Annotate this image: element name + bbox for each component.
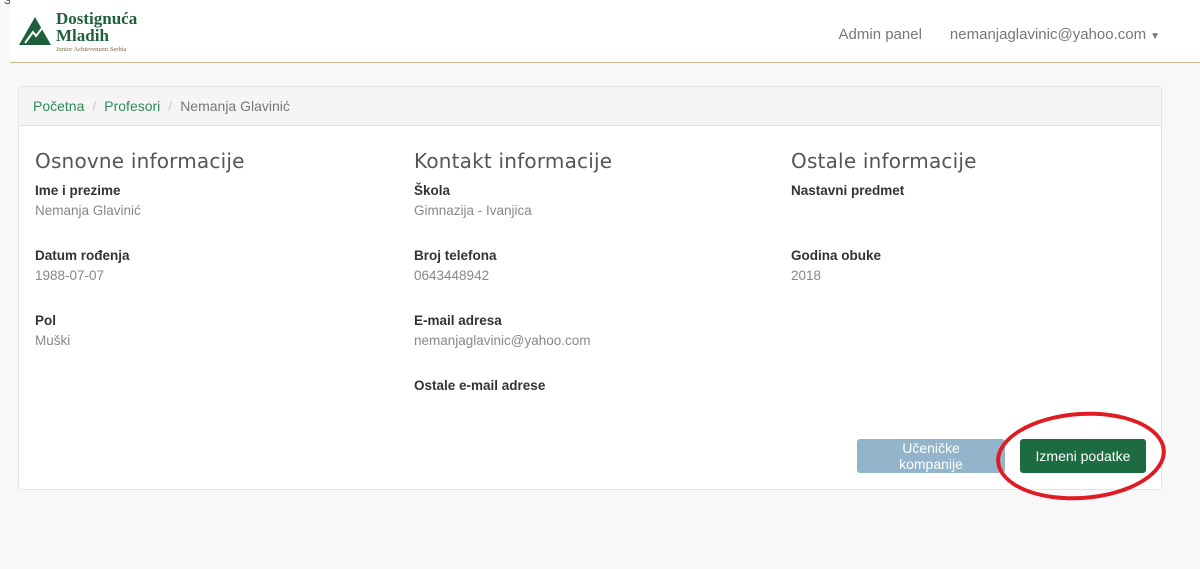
professor-details-panel: Početna / Profesori / Nemanja Glavinić O… xyxy=(18,86,1162,490)
caret-down-icon: ▼ xyxy=(1150,31,1160,42)
logo-line-1: Dostignuća xyxy=(56,9,138,28)
top-navbar: Dostignuća Mladih Junior Achievement Ser… xyxy=(10,0,1200,63)
gender-field: Pol Muški xyxy=(35,313,395,378)
name-value: Nemanja Glavinić xyxy=(35,203,141,218)
breadcrumb-separator: / xyxy=(168,98,173,114)
subject-label: Nastavni predmet xyxy=(791,183,905,198)
training-year-field: Godina obuke 2018 xyxy=(791,248,1151,313)
phone-label: Broj telefona xyxy=(414,248,497,263)
dob-field: Datum rođenja 1988-07-07 xyxy=(35,248,395,313)
email-label: E-mail adresa xyxy=(414,313,502,328)
name-field: Ime i prezime Nemanja Glavinić xyxy=(35,183,395,248)
brand-logo[interactable]: Dostignuća Mladih Junior Achievement Ser… xyxy=(18,10,188,54)
email-value: nemanjaglavinic@yahoo.com xyxy=(414,333,591,348)
breadcrumb-home[interactable]: Početna xyxy=(33,98,84,114)
user-email: nemanjaglavinic@yahoo.com xyxy=(949,26,1147,43)
breadcrumb-current: Nemanja Glavinić xyxy=(180,98,290,114)
breadcrumb-separator: / xyxy=(92,98,97,114)
other-info-heading: Ostale informacije xyxy=(791,149,977,173)
logo-text: Dostignuća Mladih xyxy=(56,10,137,44)
admin-panel-link[interactable]: Admin panel xyxy=(839,26,922,43)
contact-info-heading: Kontakt informacije xyxy=(414,149,613,173)
dob-label: Datum rođenja xyxy=(35,248,130,263)
other-emails-field: Ostale e-mail adrese xyxy=(414,378,774,443)
contact-info-column: Kontakt informacije Škola Gimnazija - Iv… xyxy=(414,149,774,443)
other-info-column: Ostale informacije Nastavni predmet Godi… xyxy=(791,149,1151,313)
edit-data-button[interactable]: Izmeni podatke xyxy=(1020,439,1146,473)
training-year-label: Godina obuke xyxy=(791,248,882,263)
name-label: Ime i prezime xyxy=(35,183,121,198)
gender-value: Muški xyxy=(35,333,71,348)
logo-subtitle: Junior Achievement Serbia xyxy=(56,46,127,53)
dob-value: 1988-07-07 xyxy=(35,268,105,283)
breadcrumb: Početna / Profesori / Nemanja Glavinić xyxy=(19,87,1161,126)
phone-value: 0643448942 xyxy=(414,268,490,283)
school-label: Škola xyxy=(414,183,451,198)
user-menu-dropdown[interactable]: nemanjaglavinic@yahoo.com ▼ xyxy=(950,26,1160,43)
school-value: Gimnazija - Ivanjica xyxy=(414,203,532,218)
subject-field: Nastavni predmet xyxy=(791,183,1151,248)
student-companies-button[interactable]: Učeničke kompanije xyxy=(857,439,1005,473)
email-field: E-mail adresa nemanjaglavinic@yahoo.com xyxy=(414,313,774,378)
basic-info-column: Osnovne informacije Ime i prezime Nemanj… xyxy=(35,149,395,378)
logo-mountain-icon xyxy=(19,17,51,45)
gender-label: Pol xyxy=(35,313,57,328)
training-year-value: 2018 xyxy=(791,268,822,283)
other-emails-label: Ostale e-mail adrese xyxy=(414,378,546,393)
logo-line-2: Mladih xyxy=(56,26,109,45)
basic-info-heading: Osnovne informacije xyxy=(35,149,245,173)
breadcrumb-professors[interactable]: Profesori xyxy=(104,98,160,114)
school-field: Škola Gimnazija - Ivanjica xyxy=(414,183,774,248)
phone-field: Broj telefona 0643448942 xyxy=(414,248,774,313)
